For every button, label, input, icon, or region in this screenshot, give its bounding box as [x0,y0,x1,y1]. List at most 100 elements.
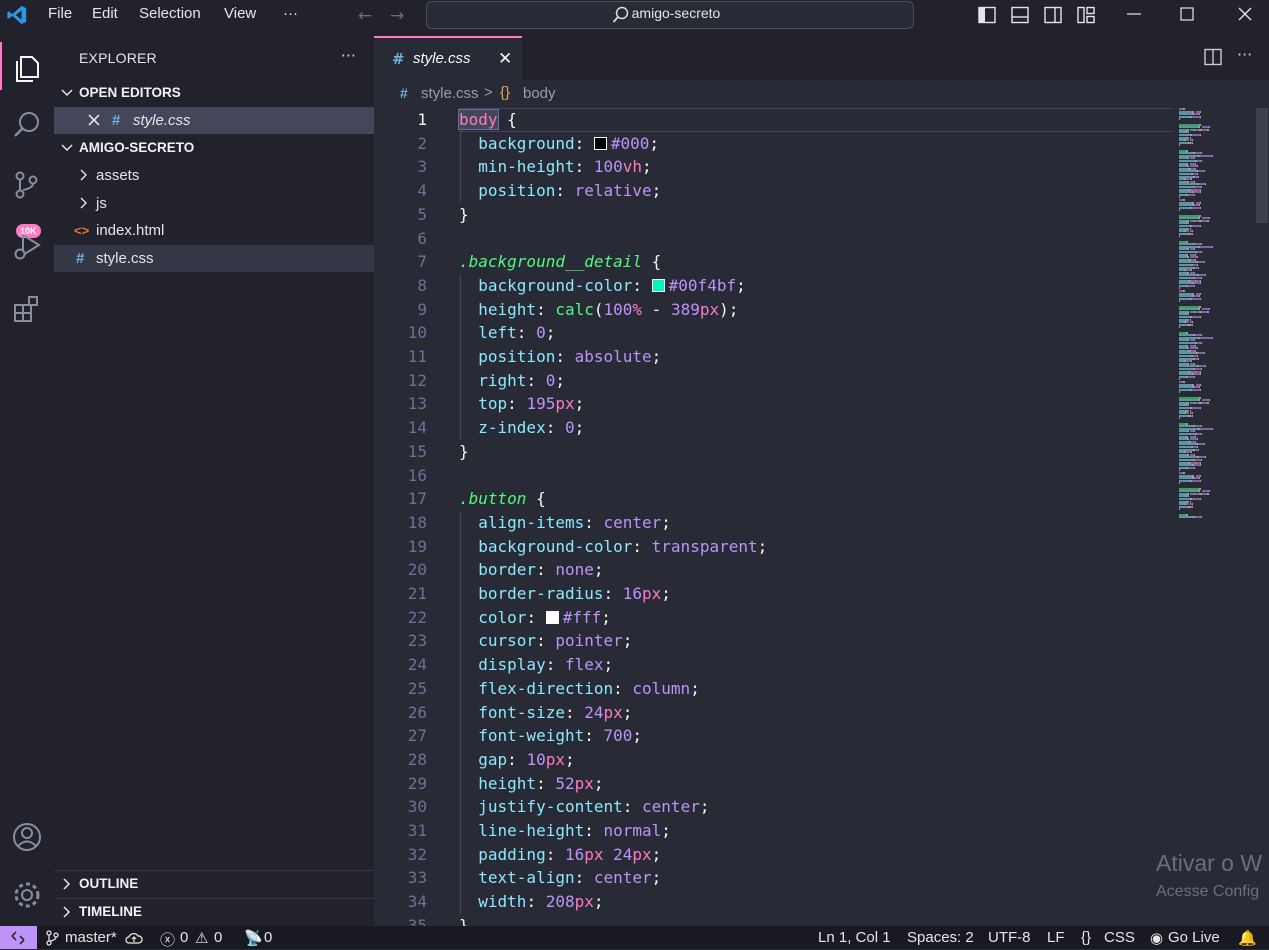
close-window-icon[interactable] [1235,4,1255,24]
toggle-secondary-sidebar-icon[interactable] [1044,6,1062,24]
toggle-primary-sidebar-icon[interactable] [978,6,996,24]
code-line[interactable]: 12 right: 0; [374,368,1174,393]
section-outline[interactable]: OUTLINE [54,870,374,897]
code-line[interactable]: 35} [374,914,1174,926]
menu-view[interactable]: View [224,5,256,23]
code-line[interactable]: 29 height: 52px; [374,771,1174,796]
ports-icon[interactable]: 📡 [244,929,263,947]
code-line[interactable]: 25 flex-direction: column; [374,676,1174,701]
tree-item-folder[interactable]: js [54,190,374,217]
sidebar-more-actions[interactable]: ··· [341,46,356,65]
tree-item-folder[interactable]: assets [54,162,374,189]
split-editor-icon[interactable] [1204,48,1222,66]
tab-style-css[interactable]: # style.css ✕ [374,36,522,80]
code-line[interactable]: 8 background-color: #00f4bf; [374,273,1174,298]
code-line[interactable]: 13 top: 195px; [374,392,1174,417]
indentation[interactable]: Spaces: 2 [907,929,974,946]
code-editor[interactable]: 1 body {2 background: #000; 3 min-height: … [374,108,1269,926]
language-mode[interactable]: CSS [1104,929,1135,946]
activity-manage[interactable] [0,870,54,918]
maximize-icon[interactable] [1177,4,1197,24]
activity-explorer[interactable] [0,42,54,90]
minimap-mark [1200,388,1202,391]
code-line[interactable]: 5} [374,203,1174,227]
menu-edit[interactable]: Edit [92,5,118,23]
activity-run-debug[interactable] [0,222,54,270]
minimap[interactable] [1179,108,1259,528]
tree-item-file[interactable]: # style.css [54,245,374,272]
command-center-search[interactable]: amigo-secreto [426,1,914,29]
activity-source-control[interactable] [0,160,54,208]
code-line[interactable]: 26 font-size: 24px; [374,700,1174,725]
minimize-icon[interactable] [1124,4,1144,24]
section-open-editors[interactable]: OPEN EDITORS [54,80,374,106]
code-line[interactable]: 22 color: #fff; [374,605,1174,630]
code-token: 195 [526,394,556,414]
close-icon[interactable] [87,113,101,127]
menu-more[interactable]: ··· [283,5,298,23]
code-line[interactable]: 20 border: none; [374,558,1174,583]
ports-count[interactable]: 0 [264,929,272,946]
customize-layout-icon[interactable] [1077,6,1095,24]
breadcrumb-file[interactable]: style.css [421,85,479,102]
warning-icon[interactable]: ⚠ [195,929,208,947]
back-arrow-icon[interactable]: ← [358,6,372,26]
code-line[interactable]: 19 background-color: transparent; [374,534,1174,559]
code-line[interactable]: 7 .background__detail { [374,250,1174,274]
code-line[interactable]: 17 .button { [374,487,1174,511]
toggle-panel-icon[interactable] [1011,6,1029,24]
encoding[interactable]: UTF-8 [988,929,1031,946]
notifications-bell-icon[interactable]: 🔔 [1238,929,1257,947]
warning-count[interactable]: 0 [214,929,222,946]
close-tab-icon[interactable]: ✕ [498,49,512,69]
breadcrumb-symbol[interactable]: body [523,85,556,102]
sync-cloud-icon[interactable] [125,931,143,945]
code-line[interactable]: 14 z-index: 0; [374,416,1174,441]
remote-indicator[interactable] [0,926,37,949]
cursor-position[interactable]: Ln 1, Col 1 [818,929,891,946]
code-line[interactable]: 27 font-weight: 700; [374,724,1174,749]
activity-extensions[interactable] [0,284,54,332]
section-timeline[interactable]: TIMELINE [54,898,374,925]
error-icon[interactable]: ⓧ [160,929,175,950]
menu-file[interactable]: File [48,5,72,23]
code-line[interactable]: 32 padding: 16px 24px; [374,842,1174,867]
more-actions-icon[interactable]: ··· [1237,45,1252,64]
forward-arrow-icon[interactable]: → [390,6,404,26]
code-line[interactable]: 10 left: 0; [374,321,1174,346]
menu-selection[interactable]: Selection [139,5,201,23]
color-swatch[interactable] [651,278,665,292]
code-line[interactable]: 21 border-radius: 16px; [374,582,1174,606]
code-line[interactable]: 11 position: absolute; [374,345,1174,369]
activity-search[interactable] [0,100,54,148]
code-line[interactable]: 9 height: calc(100% - 389px); [374,297,1174,322]
code-line[interactable]: 18 align-items: center; [374,510,1174,535]
color-swatch[interactable] [545,610,559,624]
code-line[interactable]: 30 justify-content: center; [374,795,1174,820]
code-line[interactable]: 2 background: #000; [374,131,1174,156]
code-line[interactable]: 3 min-height: 100vh; [374,155,1174,180]
minimap-mark [1179,479,1190,482]
code-line[interactable]: 31 line-height: normal; [374,819,1174,843]
code-line[interactable]: 6 [374,227,1174,251]
activity-accounts[interactable] [0,812,54,860]
code-line[interactable]: 28 gap: 10px; [374,747,1174,772]
git-branch[interactable]: master* [65,929,117,946]
go-live[interactable]: Go Live [1168,929,1220,946]
code-line[interactable]: 24 display: flex; [374,653,1174,678]
code-line[interactable]: 23 cursor: pointer; [374,629,1174,654]
code-line[interactable]: 1 body { [374,108,1174,132]
open-editor-item[interactable]: # style.css [54,107,374,134]
code-line[interactable]: 16 [374,464,1174,488]
code-line[interactable]: 4 position: relative; [374,179,1174,204]
section-workspace[interactable]: AMIGO-SECRETO [54,135,374,161]
color-swatch[interactable] [593,136,607,150]
vertical-scrollbar[interactable] [1256,108,1268,223]
code-line[interactable]: 34 width: 208px; [374,890,1174,915]
code-line[interactable]: 33 text-align: center; [374,866,1174,891]
code-line[interactable]: 15} [374,440,1174,464]
line-number: 14 [407,418,427,438]
error-count[interactable]: 0 [180,929,188,946]
end-of-line[interactable]: LF [1047,929,1065,946]
tree-item-file[interactable]: <> index.html [54,217,374,244]
